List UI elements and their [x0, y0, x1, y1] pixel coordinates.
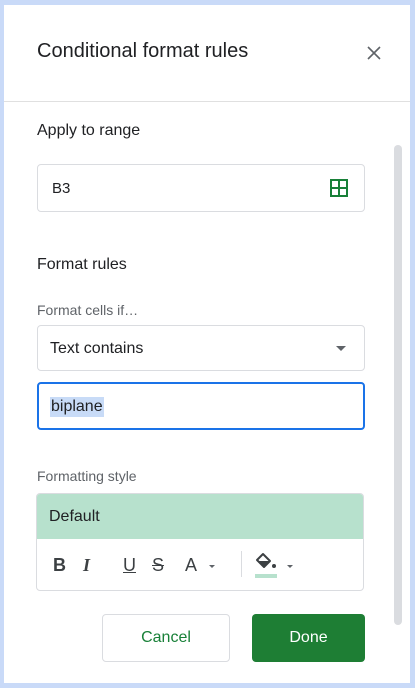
panel-header: Conditional format rules: [4, 5, 410, 102]
underline-button[interactable]: U: [123, 555, 136, 576]
fill-color-icon[interactable]: [253, 551, 279, 573]
panel-title: Conditional format rules: [37, 40, 249, 62]
style-preset-label: Default: [49, 508, 100, 525]
range-input[interactable]: B3: [37, 164, 365, 212]
formatting-style-label: Formatting style: [37, 468, 137, 484]
bold-button[interactable]: B: [53, 555, 66, 576]
cancel-button[interactable]: Cancel: [102, 614, 230, 662]
formatting-style-box: Default B I U S A: [36, 493, 364, 591]
apply-to-range-heading: Apply to range: [37, 122, 141, 139]
condition-value-input[interactable]: biplane: [37, 382, 365, 430]
fill-color-swatch: [255, 574, 277, 578]
close-button[interactable]: [360, 39, 388, 67]
grid-select-icon[interactable]: [330, 179, 348, 197]
condition-selected-value: Text contains: [50, 340, 144, 357]
format-cells-if-label: Format cells if…: [37, 302, 139, 318]
text-color-button[interactable]: A: [185, 555, 197, 576]
italic-button[interactable]: I: [83, 555, 90, 576]
range-value: B3: [52, 180, 71, 197]
style-preset-dropdown[interactable]: Default: [37, 494, 363, 539]
panel-scrollbar[interactable]: [394, 145, 402, 625]
chevron-down-icon: [336, 346, 346, 351]
format-rules-heading: Format rules: [37, 256, 127, 273]
done-button[interactable]: Done: [252, 614, 365, 662]
toolbar-divider: [241, 551, 242, 577]
close-icon: [367, 46, 381, 60]
fill-color-chevron-icon: [287, 565, 293, 568]
condition-select[interactable]: Text contains: [37, 325, 365, 371]
style-toolbar: B I U S A: [37, 539, 363, 590]
conditional-format-panel: Conditional format rules Apply to range …: [4, 5, 410, 683]
strikethrough-button[interactable]: S: [152, 555, 164, 576]
condition-value-text: biplane: [50, 397, 104, 417]
text-color-chevron-icon: [209, 565, 215, 568]
